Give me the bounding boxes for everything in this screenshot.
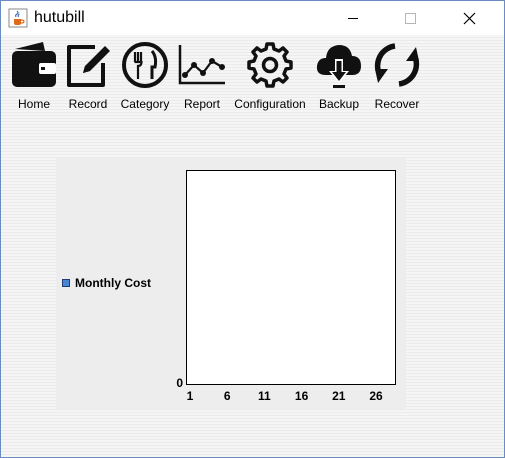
- toolbar-label-home: Home: [17, 97, 50, 111]
- toolbar-label-record: Record: [68, 97, 108, 111]
- toolbar-label-report: Report: [183, 97, 221, 111]
- toolbar-label-category: Category: [120, 97, 170, 111]
- x-tick-label: 21: [332, 389, 346, 403]
- toolbar: Home Record Category Report Configuratio…: [1, 35, 504, 115]
- line-chart-icon: [178, 45, 225, 85]
- toolbar-label-recover: Recover: [374, 97, 420, 111]
- minimize-button[interactable]: [330, 1, 376, 35]
- close-button[interactable]: [446, 1, 492, 35]
- window-title: hutubill: [34, 9, 85, 26]
- java-cup-icon: [8, 8, 28, 28]
- minimize-icon: [348, 18, 358, 19]
- x-tick-label: 6: [224, 389, 231, 403]
- gear-icon: [247, 42, 293, 88]
- plot-frame: [186, 170, 396, 385]
- main-content: Home Record Category Report Configuratio…: [1, 35, 504, 457]
- toolbar-label-backup: Backup: [318, 97, 360, 111]
- close-icon: [463, 12, 476, 25]
- app-window: hutubill Home Record Category Report Con…: [0, 0, 505, 458]
- maximize-icon: [405, 13, 416, 24]
- x-tick-label: 26: [369, 389, 383, 403]
- wallet-icon: [12, 42, 56, 87]
- title-bar[interactable]: hutubill: [1, 1, 504, 35]
- refresh-icon: [374, 43, 420, 87]
- x-tick-label: 16: [295, 389, 309, 403]
- x-tick-label: 11: [258, 389, 271, 403]
- toolbar-label-configuration: Configuration: [234, 97, 306, 111]
- monthly-cost-chart: Monthly Cost 1 6 11 16 21 26 0: [56, 158, 406, 409]
- x-tick-label: 1: [187, 389, 194, 403]
- maximize-button[interactable]: [387, 1, 433, 35]
- fork-knife-plate-icon: [122, 42, 168, 88]
- pencil-edit-icon: [67, 45, 110, 87]
- chart-plot-area: 1 6 11 16 21 260: [176, 170, 396, 403]
- cloud-download-icon: [316, 45, 361, 88]
- y-tick-label: 0: [176, 376, 183, 390]
